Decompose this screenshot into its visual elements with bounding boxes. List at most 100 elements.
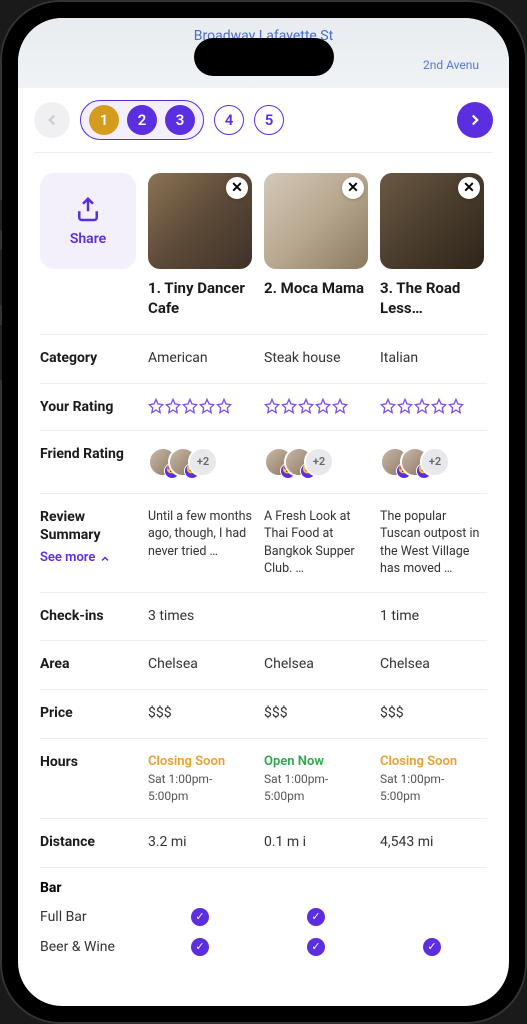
star-icon[interactable] xyxy=(199,398,215,414)
row-label: Area xyxy=(40,655,136,673)
row-label: Distance xyxy=(40,833,136,851)
cell-check: ✓ xyxy=(264,938,368,956)
review-summary-label: Review Summary xyxy=(40,509,101,543)
star-icon[interactable] xyxy=(414,398,430,414)
cell-friend-rating[interactable]: 😍 😊 +2 xyxy=(380,445,484,479)
cell-rating[interactable] xyxy=(380,398,484,414)
amenity-label: Full Bar xyxy=(40,909,136,925)
phone-silent-switch xyxy=(0,200,2,230)
cell-distance: 4,543 mi xyxy=(380,833,484,853)
cell-category: Steak house xyxy=(264,349,368,369)
row-friend-rating: Friend Rating 😍 😊 +2 😍 😊 +2 xyxy=(40,431,487,494)
check-icon: ✓ xyxy=(191,938,209,956)
row-checkins: Check-ins 3 times 1 time xyxy=(40,593,487,642)
star-icon[interactable] xyxy=(397,398,413,414)
check-icon: ✓ xyxy=(307,908,325,926)
cell-rating[interactable] xyxy=(148,398,252,414)
restaurant-title[interactable]: 3. The Road Less… xyxy=(380,279,484,318)
see-more-button[interactable]: See more xyxy=(40,550,136,567)
section-bar-label: Bar xyxy=(40,868,487,902)
cell-area: Chelsea xyxy=(264,655,368,675)
check-icon: ✓ xyxy=(191,908,209,926)
star-rating[interactable] xyxy=(264,398,368,414)
screen: Broadway Lafayette St 2nd Avenu 1 2 3 4 … xyxy=(18,18,509,1006)
cell-check: ✓ xyxy=(380,938,484,956)
star-icon[interactable] xyxy=(281,398,297,414)
page-button-3[interactable]: 3 xyxy=(165,105,195,135)
cell-checkins: 3 times xyxy=(148,607,252,627)
row-price: Price $$$ $$$ $$$ xyxy=(40,690,487,739)
star-rating[interactable] xyxy=(380,398,484,414)
cell-check: ✓ xyxy=(264,908,368,926)
nav-next-button[interactable] xyxy=(457,102,493,138)
hours-status: Closing Soon xyxy=(380,753,484,771)
hours-status: Closing Soon xyxy=(148,753,252,771)
cell-category: Italian xyxy=(380,349,484,369)
star-icon[interactable] xyxy=(264,398,280,414)
cell-checkins: 1 time xyxy=(380,607,484,627)
amenity-label: Beer & Wine xyxy=(40,939,136,955)
more-friends-badge[interactable]: +2 xyxy=(420,447,450,477)
cell-check: ✓ xyxy=(148,908,252,926)
star-icon[interactable] xyxy=(165,398,181,414)
page-button-2[interactable]: 2 xyxy=(127,105,157,135)
nav-prev-button[interactable] xyxy=(34,102,70,138)
row-label: Check-ins xyxy=(40,607,136,625)
row-label: Friend Rating xyxy=(40,445,136,463)
restaurant-title[interactable]: 1. Tiny Dancer Cafe xyxy=(148,279,252,318)
star-icon[interactable] xyxy=(448,398,464,414)
restaurant-title[interactable]: 2. Moca Mama xyxy=(264,279,368,299)
more-friends-badge[interactable]: +2 xyxy=(304,447,334,477)
row-label: Category xyxy=(40,349,136,367)
star-icon[interactable] xyxy=(182,398,198,414)
comparison-header-row: Share ✕ 1. Tiny Dancer Cafe ✕ 2. Moca Ma… xyxy=(40,153,487,335)
cell-check: ✓ xyxy=(148,938,252,956)
hours-time: Sat 1:00pm-5:00pm xyxy=(380,771,484,805)
row-label: Price xyxy=(40,704,136,722)
cell-friend-rating[interactable]: 😍 😊 +2 xyxy=(148,445,252,479)
star-icon[interactable] xyxy=(380,398,396,414)
cell-hours: Open Now Sat 1:00pm-5:00pm xyxy=(264,753,368,805)
remove-restaurant-button[interactable]: ✕ xyxy=(458,177,480,199)
share-label: Share xyxy=(70,231,106,247)
star-icon[interactable] xyxy=(315,398,331,414)
map-street-label: 2nd Avenu xyxy=(423,58,479,72)
page-button-4[interactable]: 4 xyxy=(214,105,244,135)
page-button-1[interactable]: 1 xyxy=(89,105,119,135)
cell-distance: 3.2 mi xyxy=(148,833,252,853)
star-rating[interactable] xyxy=(148,398,252,414)
remove-restaurant-button[interactable]: ✕ xyxy=(226,177,248,199)
star-icon[interactable] xyxy=(431,398,447,414)
row-label: Your Rating xyxy=(40,398,136,416)
chevron-up-icon xyxy=(99,553,111,565)
cell-rating[interactable] xyxy=(264,398,368,414)
row-label: Hours xyxy=(40,753,136,771)
share-button[interactable]: Share xyxy=(40,173,136,269)
pagination-nav: 1 2 3 4 5 xyxy=(18,88,509,152)
check-icon: ✓ xyxy=(423,938,441,956)
star-icon[interactable] xyxy=(298,398,314,414)
star-icon[interactable] xyxy=(216,398,232,414)
star-icon[interactable] xyxy=(148,398,164,414)
star-icon[interactable] xyxy=(332,398,348,414)
remove-restaurant-button[interactable]: ✕ xyxy=(342,177,364,199)
cell-category: American xyxy=(148,349,252,369)
more-friends-badge[interactable]: +2 xyxy=(188,447,218,477)
cell-review: A Fresh Look at Thai Food at Bangkok Sup… xyxy=(264,508,368,578)
phone-volume-up xyxy=(0,250,2,305)
phone-volume-down xyxy=(0,325,2,380)
share-icon xyxy=(73,195,103,225)
row-full-bar: Full Bar ✓ ✓ xyxy=(40,902,487,932)
cell-price: $$$ xyxy=(148,704,252,724)
row-label: Review Summary See more xyxy=(40,508,136,567)
phone-frame: Broadway Lafayette St 2nd Avenu 1 2 3 4 … xyxy=(0,0,527,1024)
cell-hours: Closing Soon Sat 1:00pm-5:00pm xyxy=(148,753,252,805)
row-category: Category American Steak house Italian xyxy=(40,335,487,384)
row-beer-wine: Beer & Wine ✓ ✓ ✓ xyxy=(40,932,487,962)
cell-price: $$$ xyxy=(380,704,484,724)
cell-hours: Closing Soon Sat 1:00pm-5:00pm xyxy=(380,753,484,805)
phone-notch xyxy=(194,38,334,76)
page-button-5[interactable]: 5 xyxy=(254,105,284,135)
row-distance: Distance 3.2 mi 0.1 m i 4,543 mi xyxy=(40,819,487,868)
cell-friend-rating[interactable]: 😍 😊 +2 xyxy=(264,445,368,479)
